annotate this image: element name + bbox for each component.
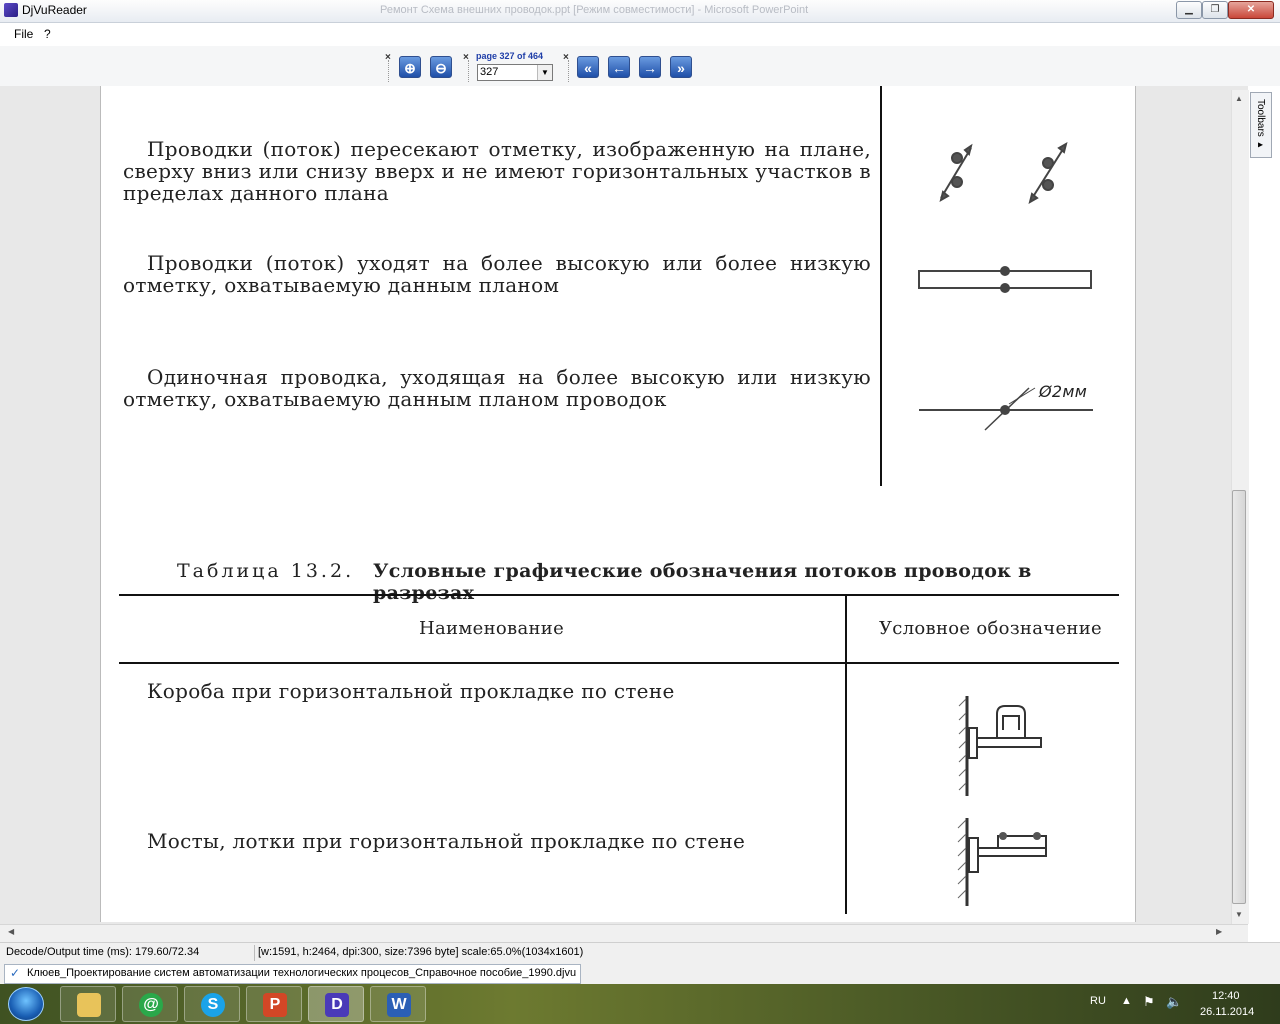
taskbar: @ S P D W RU ▲ ⚑ 🔈 12:40 26.11.2014: [0, 984, 1280, 1024]
taskbar-skype[interactable]: S: [184, 986, 240, 1022]
start-button[interactable]: [8, 987, 44, 1021]
page-toolbar-grip[interactable]: [468, 60, 471, 82]
table-row-trays-text: Мосты, лотки при горизонтальной прокладк…: [147, 829, 746, 853]
status-separator: [254, 945, 255, 961]
prev-page-button[interactable]: ←: [608, 56, 630, 78]
next-page-button[interactable]: →: [639, 56, 661, 78]
row-level-text: Проводки (поток) уходят на более высокую…: [123, 251, 871, 297]
at-icon: @: [139, 993, 163, 1017]
next-page-icon: →: [643, 60, 657, 76]
level-change-symbol: [918, 266, 1092, 293]
row-crossing-text: Проводки (поток) пересекают отметку, изо…: [123, 137, 871, 205]
volume-icon[interactable]: 🔈: [1166, 994, 1182, 1010]
window-title: DjVuReader: [22, 3, 87, 17]
horizontal-scrollbar[interactable]: [0, 924, 1248, 942]
table-row-boxes-text: Короба при горизонтальной прокладке по с…: [147, 679, 675, 703]
page-number-select[interactable]: 327 ▼: [477, 64, 553, 81]
zoom-out-button[interactable]: ⊖: [430, 56, 452, 78]
dropdown-arrow-icon[interactable]: ▼: [537, 65, 552, 80]
close-button[interactable]: ✕: [1228, 1, 1274, 19]
tray-wall-symbol: [957, 818, 1047, 906]
table-header-rule: [119, 662, 1119, 664]
maximize-button[interactable]: ❐: [1202, 1, 1228, 19]
zoom-in-icon: ⊕: [404, 60, 416, 76]
check-icon: ✓: [10, 966, 21, 980]
folder-icon: [77, 993, 101, 1017]
scroll-up-icon[interactable]: ▲: [1235, 94, 1243, 103]
first-page-icon: «: [584, 60, 592, 76]
minimize-button[interactable]: ▁: [1176, 1, 1202, 19]
action-center-icon[interactable]: ⚑: [1143, 994, 1155, 1010]
row-single-text: Одиночная проводка, уходящая на более вы…: [123, 365, 871, 411]
zoom-out-icon: ⊖: [435, 60, 447, 76]
box-wall-symbol: [958, 696, 1042, 796]
crossing-flow-symbol: [939, 141, 1068, 205]
menu-help[interactable]: ?: [44, 27, 51, 41]
upper-column-divider: [880, 86, 882, 486]
document-page: Проводки (поток) пересекают отметку, изо…: [100, 86, 1136, 922]
tray-expand-icon[interactable]: ▲: [1121, 995, 1132, 1007]
file-tab[interactable]: ✓ Клюев_Проектирование систем автоматиза…: [4, 964, 582, 984]
close-icon: ✕: [1246, 4, 1256, 15]
scroll-left-icon[interactable]: ◀: [8, 927, 14, 936]
page-indicator: page 327 of 464: [476, 51, 544, 61]
nav-toolbar-grip[interactable]: [568, 60, 571, 82]
table-caption: Условные графические обозначения потоков…: [373, 560, 1032, 604]
decode-time: Decode/Output time (ms): 179.60/72.34: [6, 946, 200, 958]
minimize-icon: ▁: [1185, 4, 1193, 15]
clock-date[interactable]: 26.11.2014: [1200, 1006, 1254, 1018]
maximize-icon: ❐: [1210, 4, 1220, 15]
scroll-down-icon[interactable]: ▼: [1235, 910, 1243, 919]
open-files-bar: ✓ Клюев_Проектирование систем автоматиза…: [0, 962, 1280, 984]
language-indicator[interactable]: RU: [1090, 995, 1106, 1007]
table-caption-prefix: Таблица 13.2.: [177, 560, 355, 582]
scroll-right-icon[interactable]: ▶: [1216, 927, 1222, 936]
document-viewport[interactable]: Проводки (поток) пересекают отметку, изо…: [0, 86, 1248, 924]
djvu-icon: D: [325, 993, 349, 1017]
table-top-rule: [119, 594, 1119, 596]
col-header-name: Наименование: [419, 618, 565, 639]
vertical-scroll-thumb[interactable]: [1232, 490, 1246, 904]
skype-icon: S: [201, 993, 225, 1017]
prev-page-icon: ←: [612, 60, 626, 76]
taskbar-powerpoint[interactable]: P: [246, 986, 302, 1022]
table-column-divider: [845, 594, 847, 914]
taskbar-explorer[interactable]: [60, 986, 116, 1022]
powerpoint-icon: P: [263, 993, 287, 1017]
file-name: Клюев_Проектирование систем автоматизаци…: [27, 967, 577, 979]
diameter-label: Ø2мм: [1039, 382, 1088, 401]
last-page-button[interactable]: »: [670, 56, 692, 78]
taskbar-mail-agent[interactable]: @: [122, 986, 178, 1022]
page-number-value: 327: [480, 66, 499, 78]
word-icon: W: [387, 993, 411, 1017]
first-page-button[interactable]: «: [577, 56, 599, 78]
status-bar: Decode/Output time (ms): 179.60/72.34 [w…: [0, 942, 1280, 963]
clock-time[interactable]: 12:40: [1212, 990, 1240, 1002]
djvureader-app-icon: [4, 3, 18, 17]
image-info: [w:1591, h:2464, dpi:300, size:7396 byte…: [258, 946, 584, 958]
toolbars-panel-toggle[interactable]: Toolbars ▸: [1250, 92, 1272, 158]
taskbar-word[interactable]: W: [370, 986, 426, 1022]
col-header-symbol: Условное обозначение: [879, 618, 1102, 639]
taskbar-djvureader[interactable]: D: [308, 986, 364, 1022]
title-bar: DjVuReader Ремонт Схема внешних проводок…: [0, 0, 1280, 23]
zoom-toolbar-grip[interactable]: [388, 60, 391, 82]
background-window-title: Ремонт Схема внешних проводок.ppt [Режим…: [380, 4, 809, 16]
last-page-icon: »: [677, 60, 685, 76]
menu-file[interactable]: File: [14, 27, 33, 41]
menu-bar: File ?: [0, 23, 1280, 45]
zoom-in-button[interactable]: ⊕: [399, 56, 421, 78]
